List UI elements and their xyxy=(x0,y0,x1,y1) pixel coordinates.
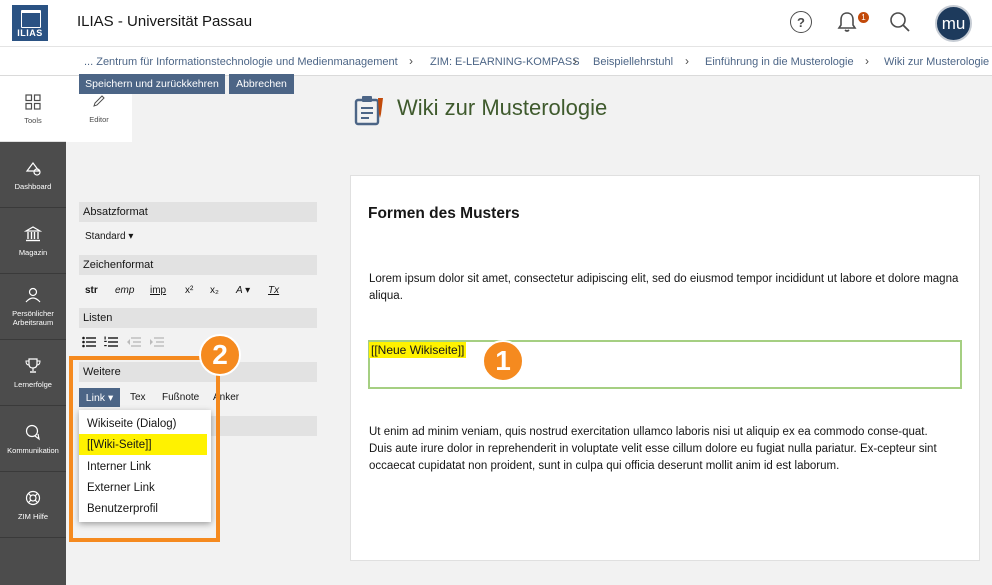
mainbar-item-zim-help[interactable]: ZIM Hilfe xyxy=(0,472,66,538)
bell-icon[interactable] xyxy=(836,11,858,33)
header: ILIAS ILIAS - Universität Passau ? 1 mu xyxy=(0,0,992,46)
format-strong-button[interactable]: str xyxy=(85,285,98,296)
trophy-icon xyxy=(25,357,41,373)
mainbar-item-communication[interactable]: Kommunikation xyxy=(0,406,66,472)
format-important-button[interactable]: imp xyxy=(150,285,166,296)
numbered-list-icon[interactable] xyxy=(104,336,118,348)
annotation-marker-2: 2 xyxy=(199,334,241,376)
breadcrumb-item[interactable]: ... Zentrum für Informationstechnologie … xyxy=(84,56,398,68)
lifebuoy-icon xyxy=(25,490,41,505)
mainbar-item-magazin[interactable]: Magazin xyxy=(0,208,66,274)
mainbar: Tools Dashboard Magazin Persönlicher Arb… xyxy=(0,76,66,585)
search-icon[interactable] xyxy=(889,11,911,33)
mainbar-item-tools[interactable]: Tools xyxy=(0,76,66,142)
help-icon[interactable]: ? xyxy=(790,11,812,33)
grid-icon xyxy=(25,93,41,110)
paragraph-format-header: Absatzformat xyxy=(79,202,317,222)
paragraph-format-dropdown[interactable]: Standard ▾ xyxy=(85,231,133,242)
dashboard-icon xyxy=(25,161,41,176)
library-icon xyxy=(24,225,42,241)
chevron-right-icon: › xyxy=(685,54,689,68)
save-and-return-button[interactable]: Speichern und zurückkehren xyxy=(79,74,225,94)
annotation-marker-1: 1 xyxy=(482,340,524,382)
chevron-right-icon: › xyxy=(573,54,577,68)
page-title: Wiki zur Musterologie xyxy=(397,95,608,120)
chevron-right-icon: › xyxy=(865,54,869,68)
breadcrumb: ... Zentrum für Informationstechnologie … xyxy=(0,46,992,76)
char-format-header: Zeichenformat xyxy=(79,255,317,275)
chat-icon xyxy=(25,424,40,440)
ilias-logo[interactable]: ILIAS xyxy=(12,5,48,41)
format-emphasis-button[interactable]: emp xyxy=(115,285,134,296)
breadcrumb-item[interactable]: Beispiellehrstuhl xyxy=(593,56,673,68)
mainbar-item-personal-workspace[interactable]: Persönlicher Arbeitsraum xyxy=(0,274,66,340)
bullet-list-icon[interactable] xyxy=(82,336,96,348)
section-heading[interactable]: Formen des Musters xyxy=(368,205,520,223)
person-icon xyxy=(25,287,41,303)
section-header-hidden xyxy=(211,416,317,436)
format-subscript-button[interactable]: x₂ xyxy=(210,285,219,296)
lists-header: Listen xyxy=(79,308,317,328)
cancel-button[interactable]: Abbrechen xyxy=(229,74,294,94)
format-accent-button[interactable]: A ▾ xyxy=(236,285,250,296)
paragraph-1[interactable]: Lorem ipsum dolor sit amet, consectetur … xyxy=(369,271,969,305)
format-superscript-button[interactable]: x² xyxy=(185,285,193,296)
app-title: ILIAS - Universität Passau xyxy=(77,13,253,30)
outdent-icon[interactable] xyxy=(127,336,141,348)
pencil-icon xyxy=(93,95,105,107)
breadcrumb-item[interactable]: ZIM: E-LEARNING-KOMPASS xyxy=(430,56,580,68)
notification-badge: 1 xyxy=(858,12,869,23)
breadcrumb-item[interactable]: Einführung in die Musterologie xyxy=(705,56,854,68)
mainbar-item-dashboard[interactable]: Dashboard xyxy=(0,142,66,208)
caret-down-icon: ▾ xyxy=(245,285,251,296)
breadcrumb-item-current[interactable]: Wiki zur Musterologie xyxy=(884,56,989,68)
mainbar-item-achievements[interactable]: Lernerfolge xyxy=(0,340,66,406)
user-avatar[interactable]: mu xyxy=(935,5,972,42)
clear-format-button[interactable]: Tx xyxy=(268,285,279,296)
wiki-page-icon xyxy=(354,96,383,126)
caret-down-icon: ▾ xyxy=(128,231,134,242)
chevron-right-icon: › xyxy=(409,54,413,68)
paragraph-2[interactable]: Ut enim ad minim veniam, quis nostrud ex… xyxy=(369,424,947,475)
indent-icon[interactable] xyxy=(150,336,164,348)
annotation-highlight-box xyxy=(69,356,220,542)
wiki-link-text[interactable]: [[Neue Wikiseite]] xyxy=(369,342,467,358)
